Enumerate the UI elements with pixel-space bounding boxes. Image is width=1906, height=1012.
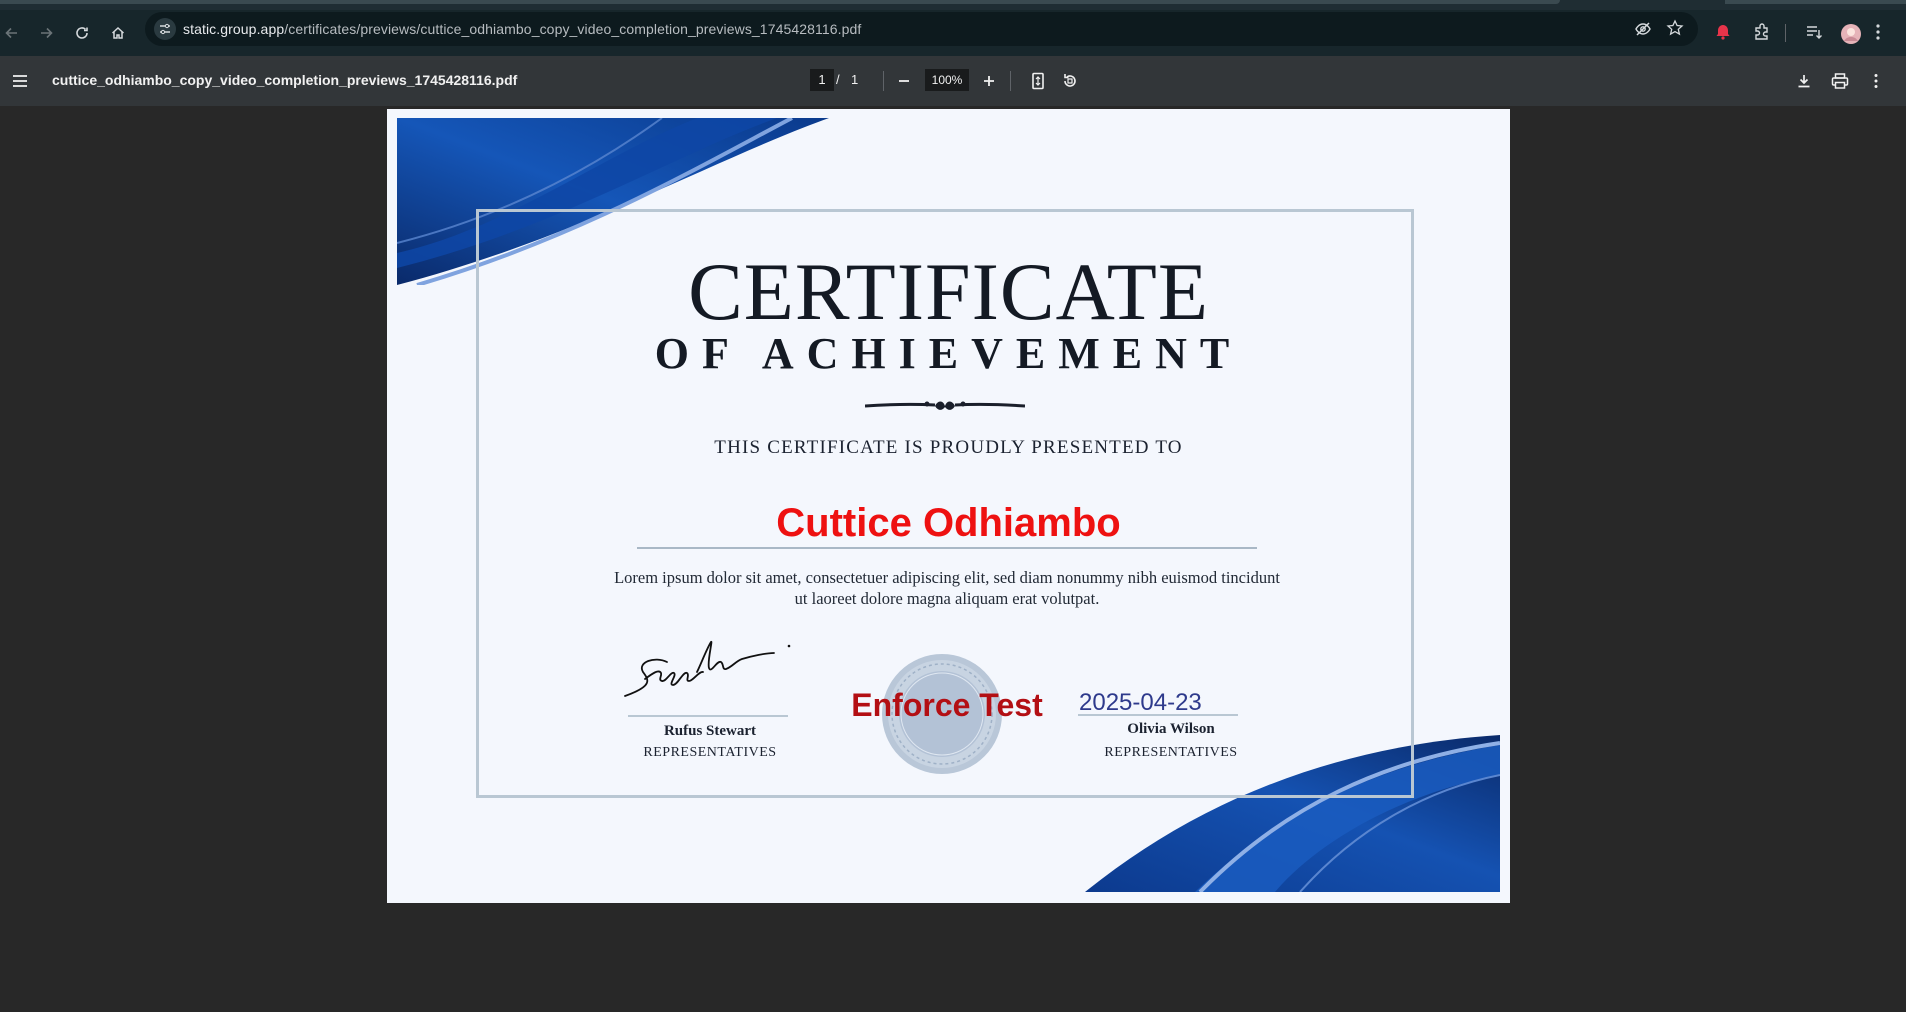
extensions-puzzle-icon[interactable] [1752,22,1772,47]
active-tab[interactable] [0,0,1560,4]
pdf-toolbar: cuttice_odhiambo_copy_video_completion_p… [0,56,1906,106]
zoom-in-icon[interactable] [978,70,1000,92]
right-signer-role: REPRESENTATIVES [1104,745,1238,760]
download-icon[interactable] [1793,70,1815,92]
zoom-level-input[interactable]: 100% [925,69,969,91]
page-total: 1 [851,72,859,87]
bookmark-star-icon[interactable] [1666,19,1684,42]
body-line-1: Lorem ipsum dolor sit amet, consectetuer… [614,568,1280,587]
certificate-title: CERTIFICATE [688,246,1209,337]
fit-page-icon[interactable] [1027,70,1049,92]
url-host: static.group.app [183,21,285,37]
extension-icon-red[interactable] [1714,22,1732,47]
left-signer-name: Rufus Stewart [663,723,757,739]
pdf-page: CERTIFICATE OF ACHIEVEMENT THIS CERTIFIC… [387,109,1510,903]
profile-avatar[interactable] [1840,23,1862,50]
toolbar-divider [1785,24,1786,42]
more-options-icon[interactable] [1865,70,1887,92]
url-text[interactable]: static.group.app/certificates/previews/c… [183,21,861,37]
seal-overlay-text: Enforce Test [851,687,1043,723]
pdf-filename: cuttice_odhiambo_copy_video_completion_p… [52,72,518,88]
address-bar[interactable]: static.group.app/certificates/previews/c… [145,12,1698,46]
issue-date: 2025-04-23 [1079,689,1202,716]
forward-icon[interactable] [36,23,56,43]
handwritten-signature [624,641,791,697]
left-signer-role: REPRESENTATIVES [643,745,777,760]
page-separator: / [836,72,840,87]
recipient-name: Cuttice Odhiambo [776,501,1121,545]
left-signature-line [628,715,788,717]
body-line-2: ut laoreet dolore magna aliquam erat vol… [794,589,1100,608]
presented-to-label: THIS CERTIFICATE IS PROUDLY PRESENTED TO [714,437,1183,458]
recipient-underline [637,547,1257,549]
right-signer-name: Olivia Wilson [1127,721,1215,737]
rotate-icon[interactable] [1059,70,1081,92]
menu-hamburger-icon[interactable] [9,70,31,92]
certificate-subtitle: OF ACHIEVEMENT [654,329,1243,378]
right-signature-line [1078,714,1238,716]
print-icon[interactable] [1829,70,1851,92]
browser-toolbar: static.group.app/certificates/previews/c… [0,10,1906,56]
reload-icon[interactable] [72,23,92,43]
back-icon[interactable] [2,23,22,43]
reading-list-icon[interactable] [1804,22,1824,47]
toolbar-divider [883,71,884,91]
eye-off-icon[interactable] [1634,20,1652,43]
home-icon[interactable] [108,23,128,43]
url-path: /certificates/previews/cuttice_odhiambo_… [284,21,862,37]
page-number-input[interactable]: 1 [810,69,834,91]
certificate-body: Lorem ipsum dolor sit amet, consectetuer… [557,567,1337,609]
site-info-icon[interactable] [154,18,176,40]
ornament-divider-icon [865,401,1025,410]
chrome-menu-icon[interactable] [1874,22,1882,47]
tab-strip-right [1725,0,1906,4]
zoom-out-icon[interactable] [893,70,915,92]
toolbar-divider [1010,71,1011,91]
